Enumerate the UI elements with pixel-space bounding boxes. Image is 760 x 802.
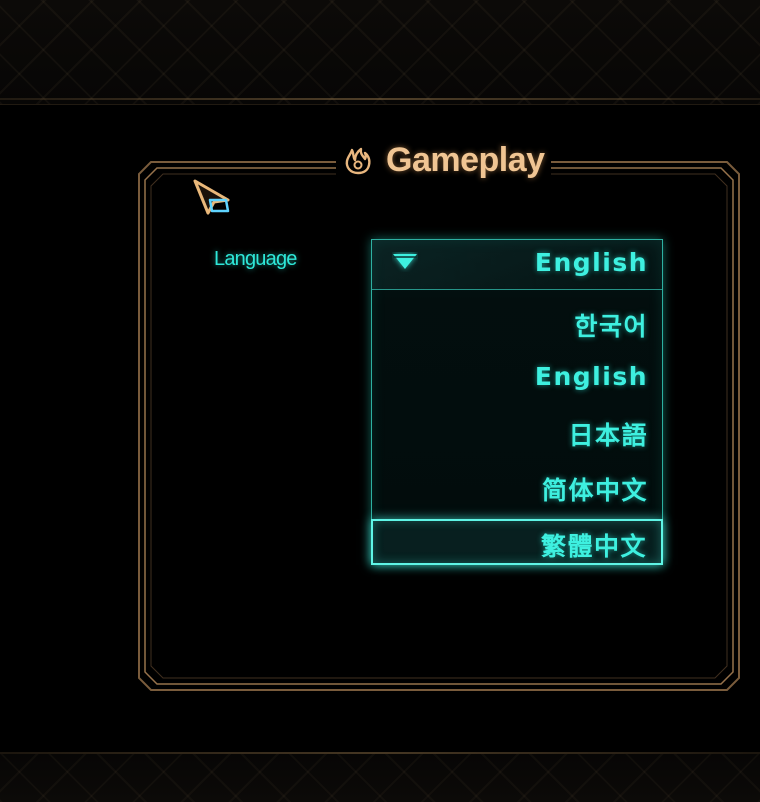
panel-header: Gameplay <box>336 138 551 182</box>
panel-title: Gameplay <box>386 140 545 179</box>
bottom-decorative-band <box>0 754 760 802</box>
language-dropdown[interactable]: English 한국어 English 日本語 简体中文 繁體中文 <box>371 239 663 565</box>
language-option-english[interactable]: English <box>372 353 662 403</box>
language-option-label: 한국어 <box>574 312 648 341</box>
language-option-label: 日本語 <box>568 421 648 450</box>
top-divider-line <box>0 98 760 100</box>
language-option-korean[interactable]: 한국어 <box>372 298 662 348</box>
language-option-label: 繁體中文 <box>540 532 647 561</box>
flame-icon <box>345 147 371 175</box>
language-option-label: 简体中文 <box>541 476 648 505</box>
pointer-cursor-icon <box>193 179 230 215</box>
language-option-traditional-chinese[interactable]: 繁體中文 <box>371 519 663 565</box>
language-dropdown-header[interactable]: English <box>372 240 662 290</box>
top-divider-line-secondary <box>0 104 760 105</box>
language-setting-label: Language <box>214 248 297 270</box>
language-option-japanese[interactable]: 日本語 <box>372 407 662 457</box>
language-option-label: English <box>534 362 648 391</box>
top-decorative-band <box>0 0 760 104</box>
triangle-down-icon[interactable] <box>392 252 418 272</box>
language-selected-value: English <box>534 248 648 277</box>
language-option-simplified-chinese[interactable]: 简体中文 <box>372 462 662 512</box>
